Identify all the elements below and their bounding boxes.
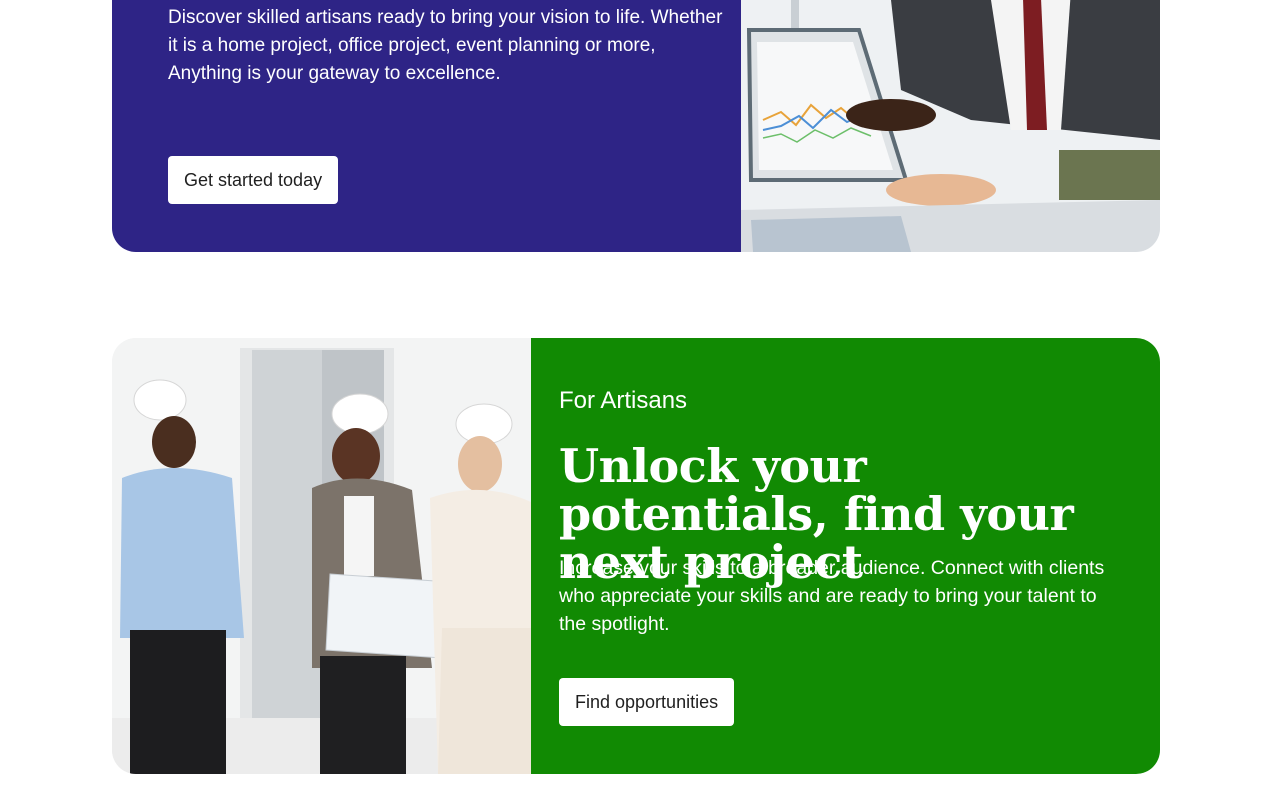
clients-cta-card: Discover skilled artisans ready to bring… — [112, 0, 1160, 252]
artisans-description: Increase your skills to a broader audien… — [559, 557, 1105, 635]
artisans-text-panel: For Artisans Unlock your potentials, fin… — [531, 338, 1160, 774]
section-eyebrow: For Artisans — [559, 387, 688, 414]
clients-text-panel: Discover skilled artisans ready to bring… — [112, 0, 741, 252]
find-opportunities-button[interactable]: Find opportunities — [559, 678, 735, 726]
get-started-button[interactable]: Get started today — [168, 156, 339, 204]
construction-workers-photo — [112, 338, 531, 774]
business-meeting-photo — [741, 0, 1160, 252]
artisans-cta-card: For Artisans Unlock your potentials, fin… — [112, 338, 1160, 774]
business-meeting-illustration — [741, 0, 1160, 252]
clients-description: Discover skilled artisans ready to bring… — [168, 7, 723, 84]
construction-workers-illustration — [112, 338, 531, 774]
